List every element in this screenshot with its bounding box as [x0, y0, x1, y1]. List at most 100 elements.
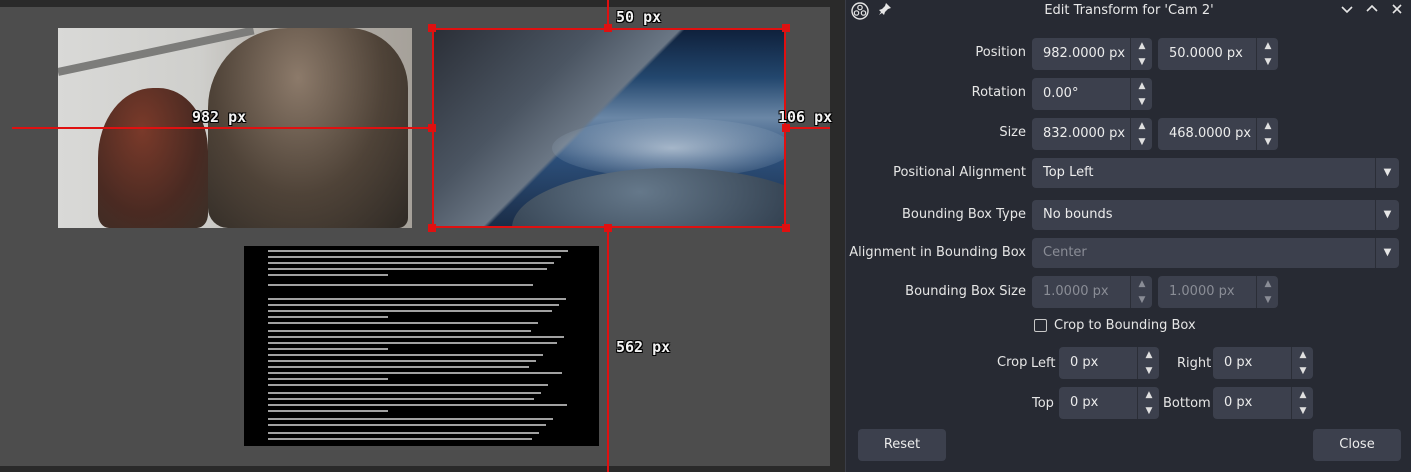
resize-handle-left[interactable]: [428, 124, 436, 132]
spin-up-icon[interactable]: ▲: [1257, 38, 1279, 54]
crop-top-spinbox[interactable]: 0 px ▲ ▼: [1059, 387, 1159, 419]
credit-text-line: [268, 342, 557, 344]
bounding-box-type-value: No bounds: [1043, 207, 1113, 222]
close-icon[interactable]: [1387, 2, 1407, 22]
resize-handle-bottom-left[interactable]: [428, 224, 436, 232]
spin-up-icon[interactable]: ▲: [1131, 38, 1153, 54]
spin-up-icon[interactable]: ▲: [1292, 347, 1314, 363]
bounding-box-type-label: Bounding Box Type: [902, 207, 1026, 222]
resize-handle-top-left[interactable]: [428, 24, 436, 32]
credit-text-line: [268, 250, 568, 252]
spin-up-icon[interactable]: ▲: [1257, 118, 1279, 134]
positional-alignment-label: Positional Alignment: [893, 165, 1026, 180]
spin-down-icon[interactable]: ▼: [1292, 403, 1314, 419]
crop-bottom-label: Bottom: [1163, 396, 1211, 411]
spin-down-icon[interactable]: ▼: [1292, 363, 1314, 379]
position-x-spinbox[interactable]: 982.0000 px ▲ ▼: [1032, 38, 1152, 70]
rotation-spinbox[interactable]: 0.00° ▲ ▼: [1032, 78, 1152, 110]
spin-down-icon[interactable]: ▼: [1257, 134, 1279, 150]
size-height-spinbox[interactable]: 468.0000 px ▲ ▼: [1158, 118, 1278, 150]
bounding-box-size-label: Bounding Box Size: [905, 284, 1026, 299]
dropdown-arrow-icon[interactable]: ▼: [1375, 200, 1399, 230]
crop-left-spinbox[interactable]: 0 px ▲ ▼: [1059, 347, 1159, 379]
bounding-box-height-spinbox[interactable]: 1.0000 px ▲ ▼: [1158, 276, 1278, 308]
bounding-box-height-value: 1.0000 px: [1169, 284, 1235, 299]
spin-up-icon[interactable]: ▲: [1138, 387, 1160, 403]
bounding-box-type-select[interactable]: No bounds ▼: [1032, 200, 1399, 230]
credit-text-line: [268, 354, 543, 356]
credit-text-line: [268, 432, 539, 434]
spin-down-icon[interactable]: ▼: [1131, 94, 1153, 110]
credit-text-line: [268, 298, 566, 300]
spin-up-icon[interactable]: ▲: [1131, 118, 1153, 134]
credit-text-line: [268, 268, 547, 270]
credit-text-line: [268, 316, 388, 318]
crop-label: Crop: [997, 355, 1028, 370]
distance-label-bottom: 562 px: [616, 338, 671, 356]
spin-down-icon[interactable]: ▼: [1138, 363, 1160, 379]
obs-transform-window: 50 px 982 px 106 px 562 px Edit Transfor…: [0, 0, 1411, 472]
guide-line-left: [12, 127, 432, 129]
spin-up-icon[interactable]: ▲: [1138, 347, 1160, 363]
edit-transform-panel: Edit Transform for 'Cam 2' Position 982.…: [845, 0, 1411, 472]
positional-alignment-value: Top Left: [1043, 165, 1094, 180]
dropdown-arrow-icon[interactable]: ▼: [1375, 238, 1399, 268]
credit-text-line: [268, 336, 564, 338]
bounding-box-width-spinbox[interactable]: 1.0000 px ▲ ▼: [1032, 276, 1152, 308]
crop-left-value: 0 px: [1070, 355, 1099, 370]
crop-bottom-spinbox[interactable]: 0 px ▲ ▼: [1213, 387, 1313, 419]
alignment-in-bounding-box-select[interactable]: Center ▼: [1032, 238, 1399, 268]
chevron-down-icon[interactable]: [1337, 2, 1357, 22]
credit-text-line: [268, 410, 388, 412]
position-x-value: 982.0000 px: [1043, 46, 1126, 61]
credit-text-line: [268, 372, 562, 374]
spin-down-icon[interactable]: ▼: [1131, 292, 1153, 308]
distance-label-right: 106 px: [778, 108, 833, 126]
resize-handle-bottom[interactable]: [604, 224, 612, 232]
crop-left-label: Left: [1031, 356, 1056, 371]
chevron-up-icon[interactable]: [1362, 2, 1382, 22]
size-height-value: 468.0000 px: [1169, 126, 1252, 141]
positional-alignment-select[interactable]: Top Left ▼: [1032, 158, 1399, 188]
rotation-label: Rotation: [971, 85, 1026, 100]
position-y-value: 50.0000 px: [1169, 46, 1243, 61]
spin-up-icon[interactable]: ▲: [1131, 276, 1153, 292]
spin-up-icon[interactable]: ▲: [1257, 276, 1279, 292]
resize-handle-top-right[interactable]: [782, 24, 790, 32]
spin-up-icon[interactable]: ▲: [1131, 78, 1153, 94]
position-y-spinbox[interactable]: 50.0000 px ▲ ▼: [1158, 38, 1278, 70]
size-width-spinbox[interactable]: 832.0000 px ▲ ▼: [1032, 118, 1152, 150]
preview-area[interactable]: 50 px 982 px 106 px 562 px: [0, 0, 845, 472]
credit-text-line: [268, 284, 533, 286]
spin-down-icon[interactable]: ▼: [1138, 403, 1160, 419]
crop-right-label: Right: [1177, 356, 1212, 371]
resize-handle-bottom-right[interactable]: [782, 224, 790, 232]
credit-text-line: [268, 384, 548, 386]
crop-right-spinbox[interactable]: 0 px ▲ ▼: [1213, 347, 1313, 379]
spin-down-icon[interactable]: ▼: [1257, 54, 1279, 70]
reset-button[interactable]: Reset: [858, 429, 946, 461]
credit-text-line: [268, 404, 567, 406]
alignment-in-bounding-box-label: Alignment in Bounding Box: [849, 245, 1026, 260]
guide-line-bottom: [607, 228, 609, 472]
crop-to-bounding-box-checkbox[interactable]: [1034, 319, 1047, 332]
rotation-value: 0.00°: [1043, 86, 1079, 101]
size-label: Size: [999, 125, 1026, 140]
credit-text-line: [268, 398, 534, 400]
spin-up-icon[interactable]: ▲: [1292, 387, 1314, 403]
spin-down-icon[interactable]: ▼: [1131, 54, 1153, 70]
selection-box[interactable]: [432, 28, 786, 228]
spin-down-icon[interactable]: ▼: [1131, 134, 1153, 150]
bounding-box-width-value: 1.0000 px: [1043, 284, 1109, 299]
dropdown-arrow-icon[interactable]: ▼: [1375, 158, 1399, 188]
distance-label-left: 982 px: [192, 108, 247, 126]
credit-text-line: [268, 262, 554, 264]
close-button[interactable]: Close: [1313, 429, 1401, 461]
spin-down-icon[interactable]: ▼: [1257, 292, 1279, 308]
crop-top-value: 0 px: [1070, 395, 1099, 410]
source-credits[interactable]: [244, 246, 599, 446]
dialog-title: Edit Transform for 'Cam 2': [1044, 3, 1214, 18]
resize-handle-top[interactable]: [604, 24, 612, 32]
credit-text-line: [268, 424, 546, 426]
credit-text-line: [268, 348, 388, 350]
